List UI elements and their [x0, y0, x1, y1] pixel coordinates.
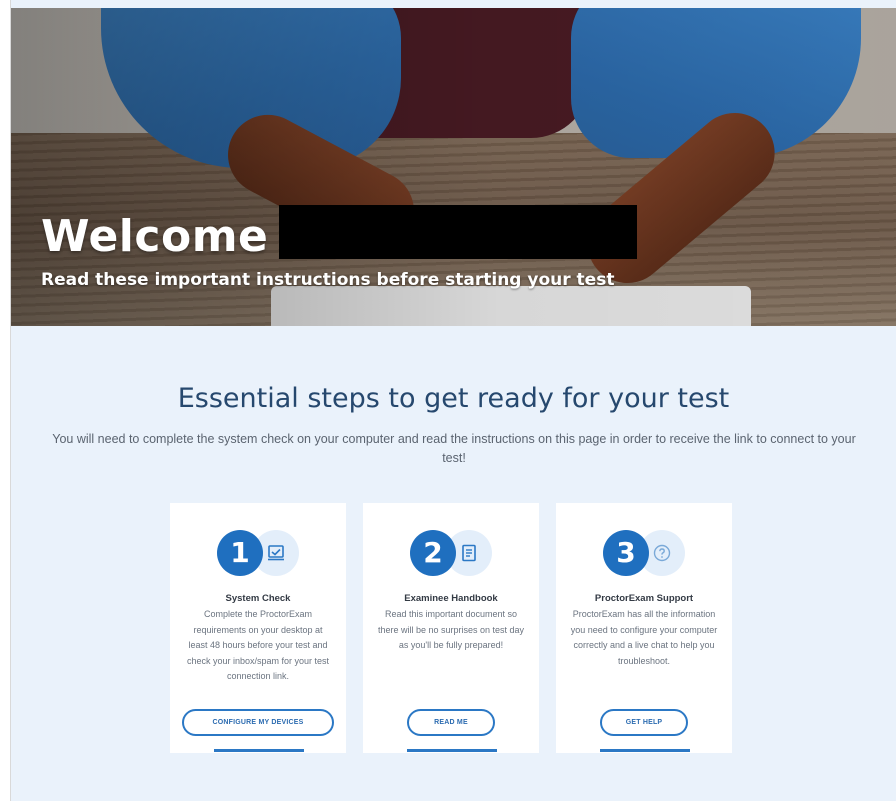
section-title: Essential steps to get ready for your te…	[177, 383, 730, 414]
welcome-heading: Welcome	[41, 211, 269, 262]
step-number-badge: 2	[410, 530, 456, 576]
page: Welcome Read these important instruction…	[11, 0, 896, 801]
step-description: Read this important document so there wi…	[377, 609, 525, 650]
step-card-examinee-handbook: 2 Examinee Handbook Read this important …	[363, 503, 539, 753]
card-underline	[407, 749, 497, 752]
hero-banner: Welcome Read these important instruction…	[11, 8, 896, 326]
step-card-support: 3 ProctorExam Support ProctorExam has al…	[556, 503, 732, 753]
read-me-button[interactable]: READ ME	[407, 709, 495, 736]
step-number-badge: 1	[217, 530, 263, 576]
get-help-button[interactable]: GET HELP	[600, 709, 688, 736]
step-title: ProctorExam Support	[594, 593, 694, 604]
section-description: You will need to complete the system che…	[52, 432, 856, 465]
configure-devices-button[interactable]: CONFIGURE MY DEVICES	[182, 709, 334, 736]
redacted-name	[279, 205, 637, 259]
step-number-badge: 3	[603, 530, 649, 576]
hero-subtitle: Read these important instructions before…	[41, 270, 615, 290]
step-description: Complete the ProctorExam requirements on…	[186, 609, 330, 681]
step-card-system-check: 1 System Check Complete the ProctorExam …	[170, 503, 346, 753]
left-border	[0, 0, 11, 801]
step-title: Examinee Handbook	[404, 593, 498, 604]
step-title: System Check	[225, 593, 291, 604]
card-underline	[214, 749, 304, 752]
card-underline	[600, 749, 690, 752]
step-description: ProctorExam has all the information you …	[570, 609, 718, 666]
